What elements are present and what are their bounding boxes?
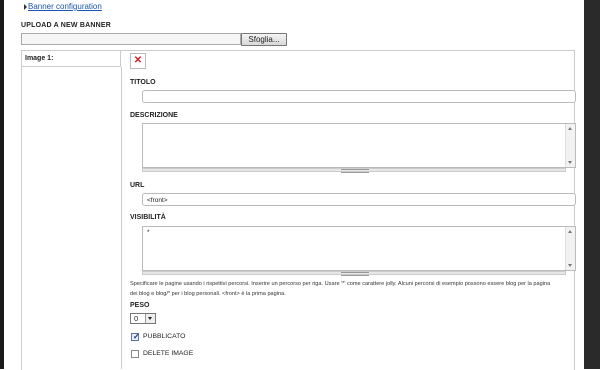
descrizione-textarea[interactable] bbox=[142, 123, 576, 168]
pubblicato-checkbox[interactable]: ✓ bbox=[131, 332, 140, 341]
upload-section-title: UPLOAD A NEW BANNER bbox=[21, 22, 112, 29]
visibilita-label: VISIBILITÀ bbox=[130, 214, 166, 221]
scroll-down-icon[interactable] bbox=[568, 161, 572, 164]
grip-icon bbox=[341, 272, 369, 276]
help-line-1: Specificare le pagine usando i rispettiv… bbox=[130, 281, 551, 287]
descrizione-label: DESCRIZIONE bbox=[130, 112, 178, 119]
peso-select[interactable]: 0 bbox=[130, 313, 156, 324]
visibilita-resize-handle[interactable] bbox=[142, 271, 566, 276]
scroll-up-icon[interactable] bbox=[568, 127, 572, 130]
pubblicato-label: PUBBLICATO bbox=[143, 333, 186, 340]
broken-image-icon: ✕ bbox=[130, 53, 146, 69]
image-label: Image 1: bbox=[21, 50, 121, 67]
delete-image-label: DELETE IMAGE bbox=[143, 350, 194, 357]
visibilita-scrollbar[interactable] bbox=[565, 227, 575, 270]
peso-label: PESO bbox=[130, 302, 150, 309]
url-label: URL bbox=[130, 182, 145, 189]
scroll-up-icon[interactable] bbox=[568, 230, 572, 233]
url-input[interactable]: <front> bbox=[142, 193, 576, 206]
select-dropdown-button[interactable] bbox=[145, 314, 155, 323]
column-divider bbox=[121, 67, 122, 369]
browse-button[interactable]: Sfoglia... bbox=[241, 33, 287, 46]
chevron-down-icon bbox=[148, 317, 152, 320]
window-frame-right bbox=[584, 0, 600, 369]
scroll-down-icon[interactable] bbox=[568, 264, 572, 267]
peso-selected-value: 0 bbox=[134, 314, 139, 323]
grip-icon bbox=[341, 169, 369, 173]
descrizione-scrollbar[interactable] bbox=[565, 124, 575, 167]
file-path-input[interactable] bbox=[21, 33, 241, 45]
visibilita-value: * bbox=[147, 229, 150, 236]
delete-image-checkbox[interactable] bbox=[131, 350, 139, 358]
titolo-label: TITOLO bbox=[130, 79, 156, 86]
visibility-help-text: Specificare le pagine usando i rispettiv… bbox=[130, 279, 576, 299]
arrow-right-icon bbox=[24, 4, 27, 10]
visibilita-textarea[interactable]: * bbox=[142, 226, 576, 271]
help-line-2: dei blog e blog/* per i blog personali. … bbox=[130, 291, 286, 297]
banner-configuration-link[interactable]: Banner configuration bbox=[28, 2, 102, 11]
titolo-input[interactable] bbox=[142, 90, 576, 103]
checkmark-icon: ✓ bbox=[133, 332, 140, 341]
descrizione-resize-handle[interactable] bbox=[142, 168, 566, 173]
